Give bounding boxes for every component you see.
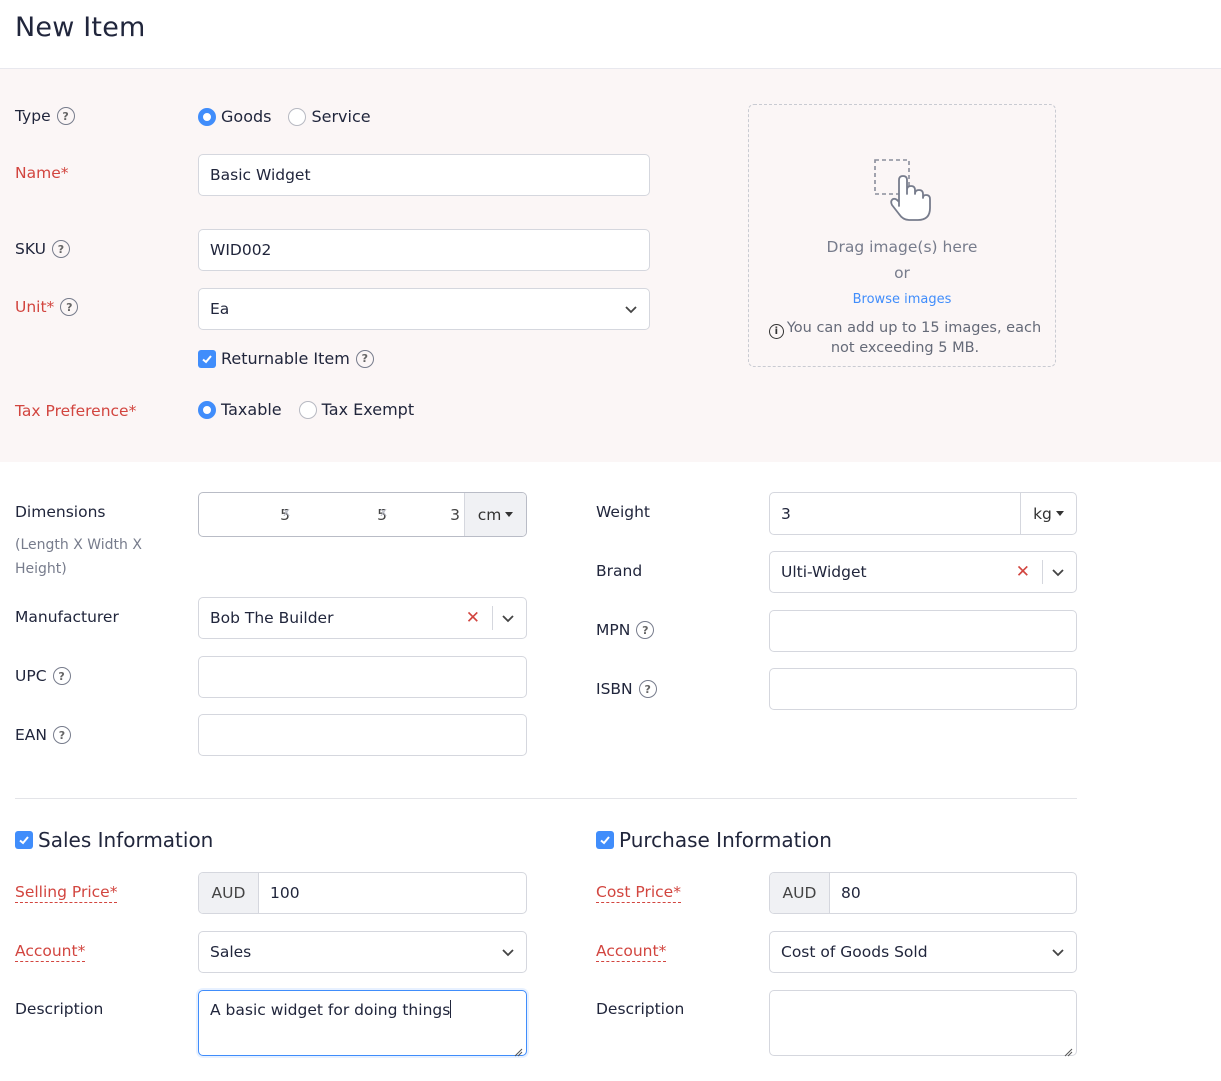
help-icon[interactable]: ? bbox=[638, 680, 657, 698]
help-icon[interactable]: ? bbox=[51, 240, 70, 258]
weight-input[interactable]: 3 kg bbox=[769, 492, 1077, 535]
info-icon: i bbox=[768, 324, 784, 339]
name-label: Name* bbox=[15, 164, 69, 182]
sales-description-textarea[interactable]: A basic widget for doing things bbox=[198, 990, 527, 1057]
chevron-down-icon bbox=[1051, 945, 1065, 959]
brand-select[interactable]: Ulti-Widget ✕ bbox=[769, 551, 1077, 593]
chevron-down-icon bbox=[501, 611, 515, 625]
sales-description-label: Description bbox=[15, 1000, 104, 1018]
ean-label: EAN ? bbox=[15, 726, 71, 744]
mpn-input[interactable] bbox=[769, 610, 1077, 652]
unit-label: Unit* ? bbox=[15, 298, 79, 316]
tax-preference-label: Tax Preference* bbox=[15, 402, 137, 420]
dimension-unit-dropdown[interactable]: cm bbox=[464, 493, 526, 536]
tax-taxable-radio[interactable]: Taxable bbox=[198, 400, 282, 419]
drag-images-text: Drag image(s) here bbox=[826, 238, 978, 256]
selling-price-label: Selling Price* bbox=[15, 883, 118, 903]
mpn-label: MPN ? bbox=[596, 621, 655, 639]
dimension-separator: x bbox=[283, 505, 291, 519]
chevron-down-icon bbox=[624, 302, 638, 316]
sales-information-checkbox[interactable]: Sales Information bbox=[15, 828, 213, 852]
height-input[interactable]: 3 bbox=[393, 493, 466, 536]
isbn-label: ISBN ? bbox=[596, 680, 657, 698]
help-icon[interactable]: ? bbox=[636, 621, 655, 639]
isbn-input[interactable] bbox=[769, 668, 1077, 710]
width-input[interactable]: 5 bbox=[296, 493, 393, 536]
manufacturer-select[interactable]: Bob The Builder ✕ bbox=[198, 597, 527, 639]
currency-badge: AUD bbox=[199, 873, 259, 913]
text-cursor bbox=[450, 1000, 452, 1018]
clear-icon[interactable]: ✕ bbox=[1016, 562, 1030, 582]
purchase-description-label: Description bbox=[596, 1000, 685, 1018]
manufacturer-label: Manufacturer bbox=[15, 608, 119, 626]
cost-price-input-group: AUD 80 bbox=[769, 872, 1077, 914]
section-divider bbox=[15, 798, 1077, 799]
browse-images-link[interactable]: Browse images bbox=[749, 292, 1055, 307]
dimensions-label: Dimensions bbox=[15, 503, 106, 521]
upc-label: UPC ? bbox=[15, 667, 71, 685]
image-limit-note: i You can add up to 15 images, each not e… bbox=[755, 319, 1055, 358]
name-input[interactable]: Basic Widget bbox=[198, 154, 650, 196]
help-icon[interactable]: ? bbox=[52, 667, 71, 685]
resize-handle-icon[interactable] bbox=[514, 1043, 523, 1057]
drag-hand-icon bbox=[873, 158, 935, 228]
sku-label: SKU ? bbox=[15, 240, 70, 258]
type-goods-radio[interactable]: Goods bbox=[198, 107, 271, 126]
radio-unselected-icon bbox=[298, 400, 317, 419]
brand-label: Brand bbox=[596, 562, 643, 580]
dimension-separator: x bbox=[380, 505, 388, 519]
radio-unselected-icon bbox=[288, 107, 307, 126]
image-dropzone[interactable]: Drag image(s) here or Browse images i You… bbox=[748, 104, 1056, 367]
cost-price-label: Cost Price* bbox=[596, 883, 681, 903]
length-input[interactable]: 5 bbox=[199, 493, 296, 536]
weight-unit-dropdown[interactable]: kg bbox=[1020, 493, 1076, 534]
radio-selected-icon bbox=[198, 400, 216, 419]
purchase-information-checkbox[interactable]: Purchase Information bbox=[596, 828, 832, 852]
purchase-description-textarea[interactable] bbox=[769, 990, 1077, 1057]
sku-input[interactable]: WID002 bbox=[198, 229, 650, 271]
upc-input[interactable] bbox=[198, 656, 527, 698]
help-icon[interactable]: ? bbox=[56, 107, 75, 125]
type-radio-group: Goods Service bbox=[198, 107, 388, 126]
help-icon[interactable]: ? bbox=[60, 298, 79, 316]
returnable-item-checkbox[interactable]: Returnable Item ? bbox=[198, 349, 374, 368]
checkbox-checked-icon bbox=[15, 831, 33, 849]
tax-exempt-radio[interactable]: Tax Exempt bbox=[298, 400, 414, 419]
help-icon[interactable]: ? bbox=[355, 349, 374, 368]
checkbox-checked-icon bbox=[596, 831, 614, 849]
selling-price-input-group: AUD 100 bbox=[198, 872, 527, 914]
checkbox-checked-icon bbox=[198, 349, 216, 368]
ean-input[interactable] bbox=[198, 714, 527, 756]
dimensions-input-group: 5 x 5 x 3 cm bbox=[198, 492, 527, 537]
purchase-account-label: Account* bbox=[596, 942, 667, 962]
type-service-radio[interactable]: Service bbox=[288, 107, 371, 126]
help-icon[interactable]: ? bbox=[53, 726, 71, 744]
weight-label: Weight bbox=[596, 503, 651, 521]
dimensions-sublabel: (Length X Width X Height) bbox=[15, 537, 142, 577]
page-header: New Item bbox=[0, 0, 1221, 69]
purchase-information-title: Purchase Information bbox=[619, 828, 832, 852]
radio-selected-icon bbox=[198, 107, 216, 126]
or-text: or bbox=[894, 264, 910, 282]
unit-select[interactable]: Ea bbox=[198, 288, 650, 330]
chevron-down-icon bbox=[501, 945, 515, 959]
cost-price-input[interactable]: 80 bbox=[830, 873, 861, 913]
resize-handle-icon[interactable] bbox=[1064, 1043, 1073, 1057]
sales-account-select[interactable]: Sales bbox=[198, 931, 527, 973]
caret-down-icon bbox=[505, 512, 514, 517]
type-label: Type ? bbox=[15, 107, 75, 125]
sales-information-title: Sales Information bbox=[38, 828, 214, 852]
tax-preference-radio-group: Taxable Tax Exempt bbox=[198, 400, 431, 419]
page-title: New Item bbox=[15, 12, 146, 43]
clear-icon[interactable]: ✕ bbox=[466, 608, 480, 628]
caret-down-icon bbox=[1055, 511, 1064, 516]
purchase-account-select[interactable]: Cost of Goods Sold bbox=[769, 931, 1077, 973]
chevron-down-icon bbox=[1051, 565, 1065, 579]
sales-account-label: Account* bbox=[15, 942, 86, 962]
selling-price-input[interactable]: 100 bbox=[259, 873, 300, 913]
currency-badge: AUD bbox=[770, 873, 830, 913]
